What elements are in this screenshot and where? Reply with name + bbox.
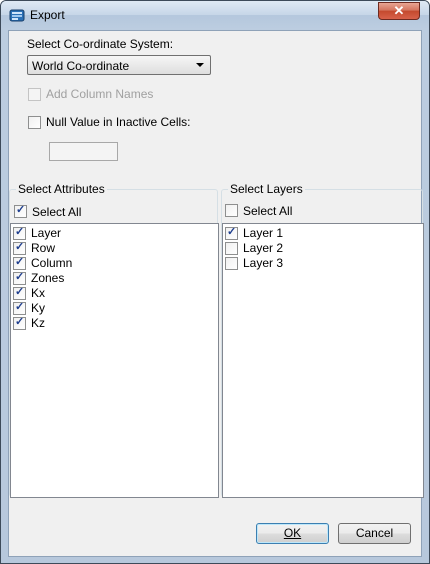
layers-list[interactable]: ✓ Layer 1 Layer 2 Layer 3 [222,223,424,498]
checkmark-icon: ✓ [16,204,26,216]
null-value-label: Null Value in Inactive Cells: [46,115,191,129]
add-column-names-checkbox[interactable] [28,88,41,101]
layers-group: Select Layers Select All ✓ Layer 1 Layer… [221,182,424,498]
dialog-body: Select Co-ordinate System: World Co-ordi… [8,30,424,557]
title-bar: Export ✕ [1,1,429,29]
layers-select-all-label: Select All [243,204,293,218]
ok-button-label: OK [283,526,302,540]
checkmark-icon: ✓ [15,316,25,328]
attributes-group-title: Select Attributes [16,182,107,196]
window-title: Export [30,8,65,22]
layer-attribute-checkbox[interactable]: ✓ [13,226,26,240]
checkmark-icon: ✓ [15,241,25,253]
coordinate-system-value: World Co-ordinate [32,59,130,73]
export-app-icon [9,9,25,22]
layer-1-checkbox[interactable]: ✓ [225,226,238,240]
coordinate-system-label: Select Co-ordinate System: [27,37,174,51]
ok-button[interactable]: OK [256,523,329,544]
column-attribute-checkbox[interactable]: ✓ [13,256,26,270]
chevron-down-icon [196,63,204,67]
close-icon: ✕ [393,3,405,18]
cancel-button-label: Cancel [355,526,394,540]
checkmark-icon: ✓ [15,256,25,268]
layer-3-checkbox[interactable] [225,257,238,270]
attributes-group: Select Attributes ✓ Select All ✓ Layer ✓… [9,182,219,498]
zones-attribute-checkbox[interactable]: ✓ [13,271,26,285]
attributes-select-all-label: Select All [32,205,82,219]
checkmark-icon: ✓ [15,286,25,298]
layers-select-all-checkbox[interactable] [225,204,238,217]
checkmark-icon: ✓ [15,271,25,283]
add-column-names-label: Add Column Names [46,87,154,101]
checkmark-icon: ✓ [227,226,237,238]
close-button[interactable]: ✕ [378,2,420,20]
cancel-button[interactable]: Cancel [338,523,411,544]
row-attribute-checkbox[interactable]: ✓ [13,241,26,255]
kx-attribute-checkbox[interactable]: ✓ [13,286,26,300]
null-value-input[interactable] [49,142,118,161]
attributes-list[interactable]: ✓ Layer ✓ Row ✓ Column ✓ Zones ✓ Kx ✓ Ky… [10,223,219,498]
layers-group-title: Select Layers [228,182,305,196]
layer-2-checkbox[interactable] [225,242,238,255]
coordinate-system-select[interactable]: World Co-ordinate [27,55,211,75]
ky-attribute-checkbox[interactable]: ✓ [13,301,26,315]
null-value-checkbox[interactable] [28,116,41,129]
attributes-select-all-checkbox[interactable]: ✓ [14,204,27,218]
kz-attribute-checkbox[interactable]: ✓ [13,316,26,330]
checkmark-icon: ✓ [15,301,25,313]
checkmark-icon: ✓ [15,226,25,238]
export-dialog: Export ✕ Select Co-ordinate System: Worl… [0,0,430,564]
